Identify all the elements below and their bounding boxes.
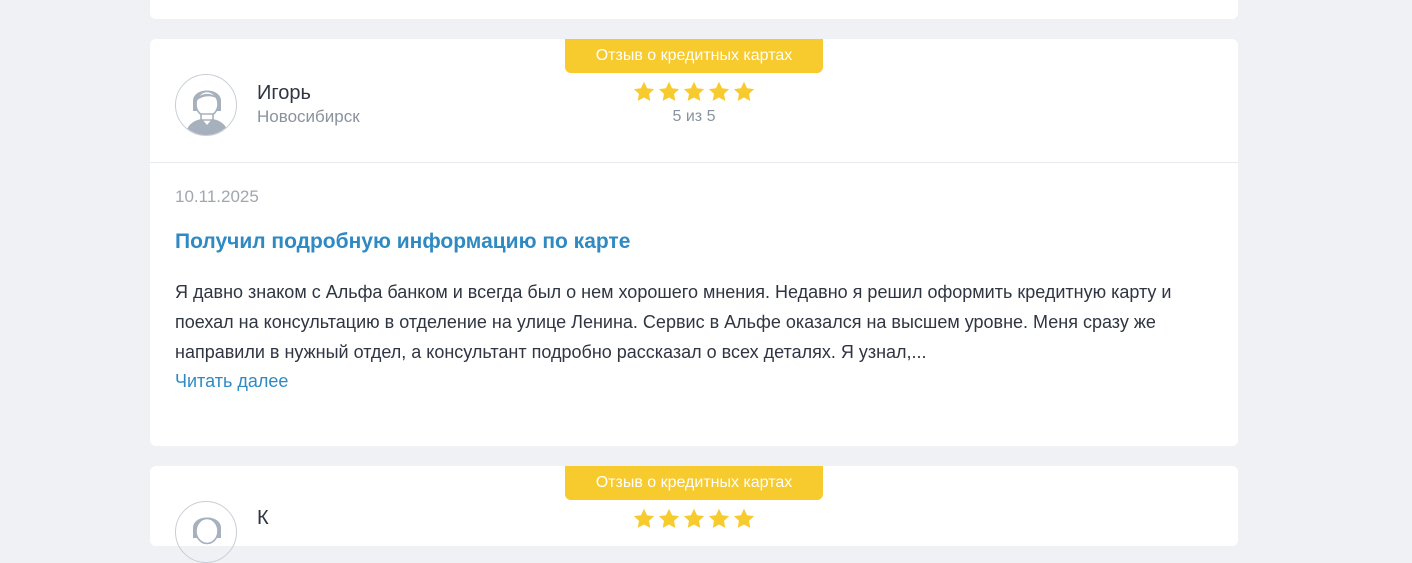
- author-name: К: [257, 507, 269, 529]
- star-icon: [708, 81, 730, 101]
- star-icon: [683, 81, 705, 101]
- read-more-link[interactable]: Читать далее: [175, 366, 288, 396]
- divider: [150, 162, 1238, 163]
- rating-stars: [632, 507, 756, 531]
- review-card-next: Отзыв о кредитных картах К: [150, 466, 1238, 563]
- category-badge[interactable]: Отзыв о кредитных картах: [565, 466, 823, 500]
- star-icon: [683, 508, 705, 528]
- star-icon: [658, 81, 680, 101]
- review-text: Я давно знаком с Альфа банком и всегда б…: [175, 282, 1172, 362]
- star-icon: [658, 508, 680, 528]
- category-badge[interactable]: Отзыв о кредитных картах: [565, 39, 823, 73]
- review-card: Отзыв о кредитных картах Игорь Новосибир…: [150, 39, 1238, 446]
- star-icon: [633, 81, 655, 101]
- review-date: 10.11.2025: [175, 187, 259, 206]
- star-icon: [708, 508, 730, 528]
- rating-stars: [632, 80, 756, 106]
- user-avatar-icon: [175, 501, 237, 563]
- author-city: Новосибирск: [257, 107, 360, 126]
- star-icon: [733, 508, 755, 528]
- user-avatar-icon: [175, 74, 237, 136]
- author-name: Игорь: [257, 82, 311, 104]
- review-title[interactable]: Получил подробную информацию по карте: [175, 227, 630, 257]
- review-card-previous: [150, 0, 1238, 19]
- star-icon: [633, 508, 655, 528]
- rating-text: 5 из 5: [672, 108, 716, 125]
- star-icon: [733, 81, 755, 101]
